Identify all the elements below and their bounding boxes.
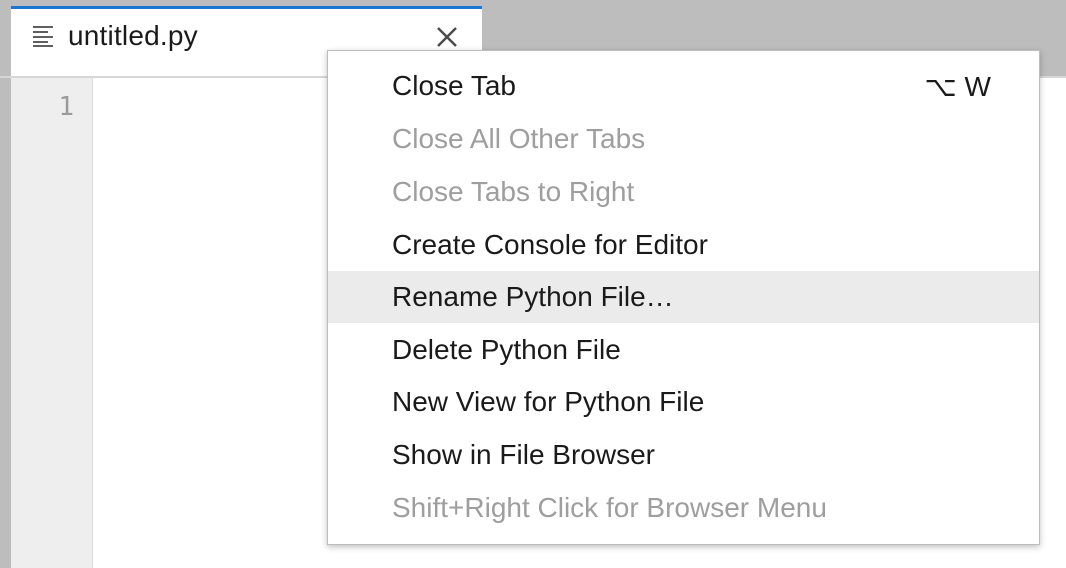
line-number-gutter: 1: [11, 78, 93, 568]
menu-item-label: Rename Python File…: [392, 281, 674, 312]
menu-item-create-console[interactable]: Create Console for Editor: [328, 219, 1039, 271]
tab-title: untitled.py: [68, 20, 198, 51]
menu-item-rename-python-file[interactable]: Rename Python File…: [328, 271, 1039, 323]
menu-item-close-tab[interactable]: Close Tab ⌥ W: [328, 60, 1039, 112]
menu-item-show-in-file-browser[interactable]: Show in File Browser: [328, 429, 1039, 481]
menu-item-label: Shift+Right Click for Browser Menu: [392, 492, 827, 523]
close-icon[interactable]: [435, 25, 459, 49]
menu-item-label: Delete Python File: [392, 334, 621, 365]
menu-item-new-view[interactable]: New View for Python File: [328, 376, 1039, 428]
left-rail: [0, 78, 11, 568]
menu-item-browser-menu-hint: Shift+Right Click for Browser Menu: [328, 482, 1039, 534]
menu-item-label: New View for Python File: [392, 386, 705, 417]
menu-item-delete-python-file[interactable]: Delete Python File: [328, 324, 1039, 376]
jupyter-editor-window: untitled.py 1 Close Tab ⌥ W Close All Ot…: [0, 0, 1066, 568]
menu-item-label: Close Tab: [392, 70, 517, 101]
menu-item-label: Create Console for Editor: [392, 229, 708, 260]
text-file-icon: [33, 26, 53, 47]
menu-item-close-tabs-to-right[interactable]: Close Tabs to Right: [328, 166, 1039, 218]
menu-item-label: Show in File Browser: [392, 439, 655, 470]
menu-item-label: Close Tabs to Right: [392, 176, 635, 207]
menu-item-shortcut: ⌥ W: [924, 71, 991, 102]
menu-item-close-all-other-tabs[interactable]: Close All Other Tabs: [328, 113, 1039, 165]
line-number: 1: [58, 92, 74, 122]
tab-context-menu: Close Tab ⌥ W Close All Other Tabs Close…: [327, 50, 1040, 545]
menu-item-label: Close All Other Tabs: [392, 123, 646, 154]
